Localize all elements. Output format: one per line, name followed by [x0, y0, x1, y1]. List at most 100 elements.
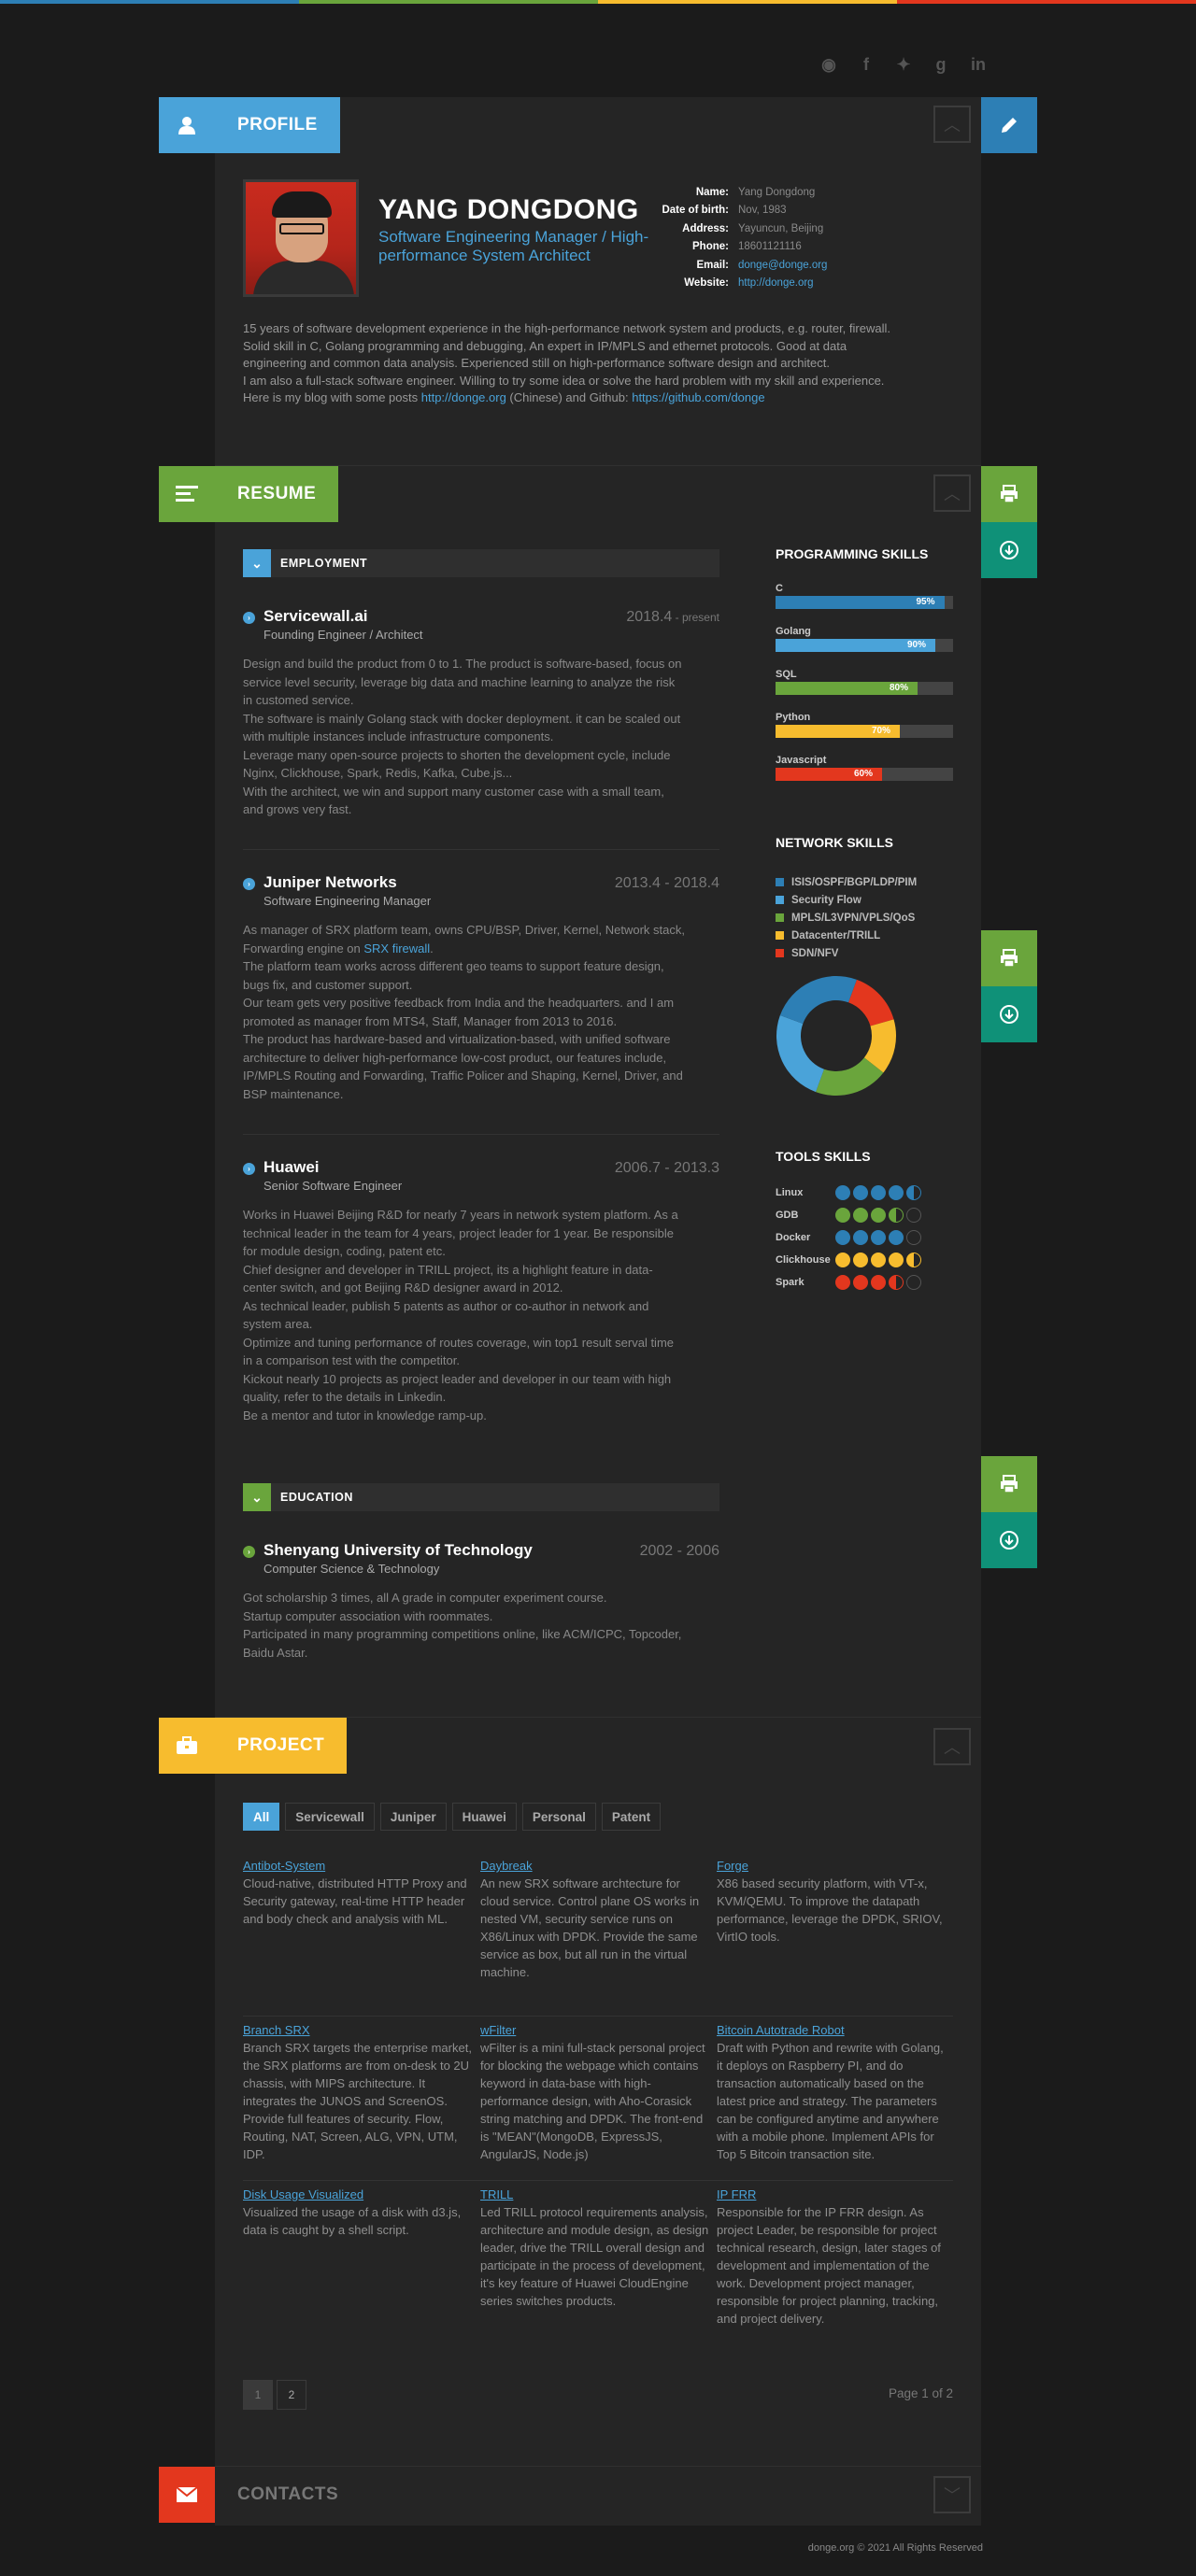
job-date: 2006.7 - 2013.3: [614, 1160, 719, 1176]
project-title-link[interactable]: Disk Usage Visualized: [243, 2187, 363, 2201]
level-dot: [889, 1230, 904, 1245]
resume-section-header[interactable]: RESUME: [159, 466, 339, 522]
project-title-link[interactable]: wFilter: [480, 2023, 516, 2037]
legend-label: Security Flow: [791, 894, 861, 906]
tool-skill-row: GDB: [776, 1204, 921, 1226]
info-label: Phone:: [692, 241, 729, 253]
print-button[interactable]: [981, 466, 1037, 522]
job-date: 2018.4 - present: [626, 609, 719, 626]
education-entry: › Shenyang University of Technology 2002…: [243, 1541, 719, 1662]
chevron-right-icon: ›: [243, 612, 255, 624]
resume-section-label: RESUME: [215, 466, 339, 522]
project-title-link[interactable]: Branch SRX: [243, 2023, 310, 2037]
download-icon: [1000, 1005, 1018, 1024]
education-subheader[interactable]: ⌄ EDUCATION: [243, 1483, 719, 1511]
github-link[interactable]: https://github.com/donge: [632, 390, 764, 404]
filter-personal[interactable]: Personal: [521, 1803, 596, 1831]
filter-juniper[interactable]: Juniper: [379, 1803, 447, 1831]
network-skills-legend: ISIS/OSPF/BGP/LDP/PIM Security Flow MPLS…: [776, 873, 917, 962]
page-1-button[interactable]: 1: [243, 2380, 273, 2410]
project-title-link[interactable]: Antibot-System: [243, 1859, 325, 1873]
info-label: Date of birth:: [662, 205, 729, 217]
briefcase-icon: [159, 1718, 215, 1774]
project-row-separator: [243, 2016, 953, 2017]
level-dot: [871, 1185, 886, 1200]
level-dot: [853, 1253, 868, 1267]
profile-collapse-button[interactable]: ︿: [933, 106, 971, 143]
skill-percent: 60%: [853, 769, 873, 779]
skill-name: C: [776, 583, 783, 594]
website-link[interactable]: http://donge.org: [738, 277, 814, 289]
blog-link[interactable]: http://donge.org: [421, 390, 506, 404]
filter-patent[interactable]: Patent: [601, 1803, 662, 1831]
desc-line: in a comparison test with the competitor…: [243, 1353, 460, 1367]
googleplus-icon[interactable]: g: [931, 54, 951, 75]
edit-button[interactable]: [981, 97, 1037, 153]
level-dot: [835, 1185, 850, 1200]
project-card: Disk Usage Visualized Visualized the usag…: [243, 2186, 473, 2349]
project-title-link[interactable]: Daybreak: [480, 1859, 533, 1873]
filter-huawei[interactable]: Huawei: [451, 1803, 517, 1831]
network-skills-donut: [776, 976, 896, 1096]
desc-line: system area.: [243, 1317, 313, 1331]
resume-collapse-button[interactable]: ︿: [933, 474, 971, 512]
skill-bar: Golang 90%: [776, 626, 953, 652]
job-separator: [243, 849, 719, 850]
bio-line: Solid skill in C, Golang programming and…: [243, 338, 847, 353]
contacts-collapse-button[interactable]: ﹀: [933, 2476, 971, 2513]
filter-all[interactable]: All: [243, 1803, 280, 1831]
bio-line: Here is my blog with some posts http://d…: [243, 389, 953, 407]
srx-firewall-link[interactable]: SRX firewall: [363, 941, 430, 955]
job-description: Works in Huawei Beijing R&D for nearly 7…: [243, 1206, 719, 1424]
project-collapse-button[interactable]: ︿: [933, 1728, 971, 1765]
twitter-icon[interactable]: ✦: [893, 54, 914, 75]
legend-item: Datacenter/TRILL: [776, 927, 917, 944]
rss-icon[interactable]: ◉: [819, 54, 839, 75]
network-skills-title: NETWORK SKILLS: [776, 835, 893, 850]
download-button[interactable]: [981, 986, 1037, 1042]
skill-name: Javascript: [776, 755, 827, 766]
download-button[interactable]: [981, 522, 1037, 578]
project-title-link[interactable]: IP FRR: [717, 2187, 756, 2201]
skill-name: Golang: [776, 626, 811, 637]
project-description: Cloud-native, distributed HTTP Proxy and…: [243, 1876, 467, 1926]
tool-name: Linux: [776, 1187, 804, 1198]
contacts-section-header[interactable]: CONTACTS: [159, 2467, 361, 2523]
email-link[interactable]: donge@donge.org: [738, 260, 827, 271]
desc-line: and grows very fast.: [243, 802, 352, 816]
skill-percent: 90%: [906, 640, 926, 650]
bio-text: Here is my blog with some posts: [243, 390, 421, 404]
legend-label: SDN/NFV: [791, 947, 839, 959]
facebook-icon[interactable]: f: [856, 54, 876, 75]
print-icon: [1001, 1475, 1018, 1493]
project-title-link[interactable]: Bitcoin Autotrade Robot: [717, 2023, 845, 2037]
employment-subheader[interactable]: ⌄ EMPLOYMENT: [243, 549, 719, 577]
page-2-button[interactable]: 2: [277, 2380, 306, 2410]
desc-line: center switch, and got Beijing R&D desig…: [243, 1281, 563, 1295]
print-button[interactable]: [981, 930, 1037, 986]
download-icon: [1000, 1531, 1018, 1550]
filter-servicewall[interactable]: Servicewall: [285, 1803, 375, 1831]
project-card: Daybreak An new SRX software archtecture …: [480, 1857, 710, 1997]
top-color-bar: [0, 0, 1196, 4]
linkedin-icon[interactable]: in: [968, 54, 989, 75]
desc-line: Our team gets very positive feedback fro…: [243, 996, 675, 1010]
footer-copyright: donge.org © 2021 All Rights Reserved: [807, 2542, 983, 2554]
job-company: Juniper Networks: [263, 873, 397, 891]
project-description: Draft with Python and rewrite with Golan…: [717, 2041, 944, 2161]
profile-section-header[interactable]: PROFILE: [159, 97, 340, 153]
download-button[interactable]: [981, 1512, 1037, 1568]
print-button[interactable]: [981, 1456, 1037, 1512]
legend-swatch: [776, 896, 784, 904]
project-description: Branch SRX targets the enterprise market…: [243, 2041, 472, 2161]
user-icon: [159, 97, 215, 153]
project-title-link[interactable]: TRILL: [480, 2187, 513, 2201]
level-dot: [906, 1230, 921, 1245]
desc-line: Startup computer association with roomma…: [243, 1608, 493, 1623]
bio-text: (Chinese) and Github:: [505, 390, 633, 404]
project-section-header[interactable]: PROJECT: [159, 1718, 348, 1774]
skill-fill: 70%: [776, 725, 900, 738]
project-card: TRILL Led TRILL protocol requirements ana…: [480, 2186, 710, 2349]
project-title-link[interactable]: Forge: [717, 1859, 748, 1873]
print-icon: [1001, 949, 1018, 968]
